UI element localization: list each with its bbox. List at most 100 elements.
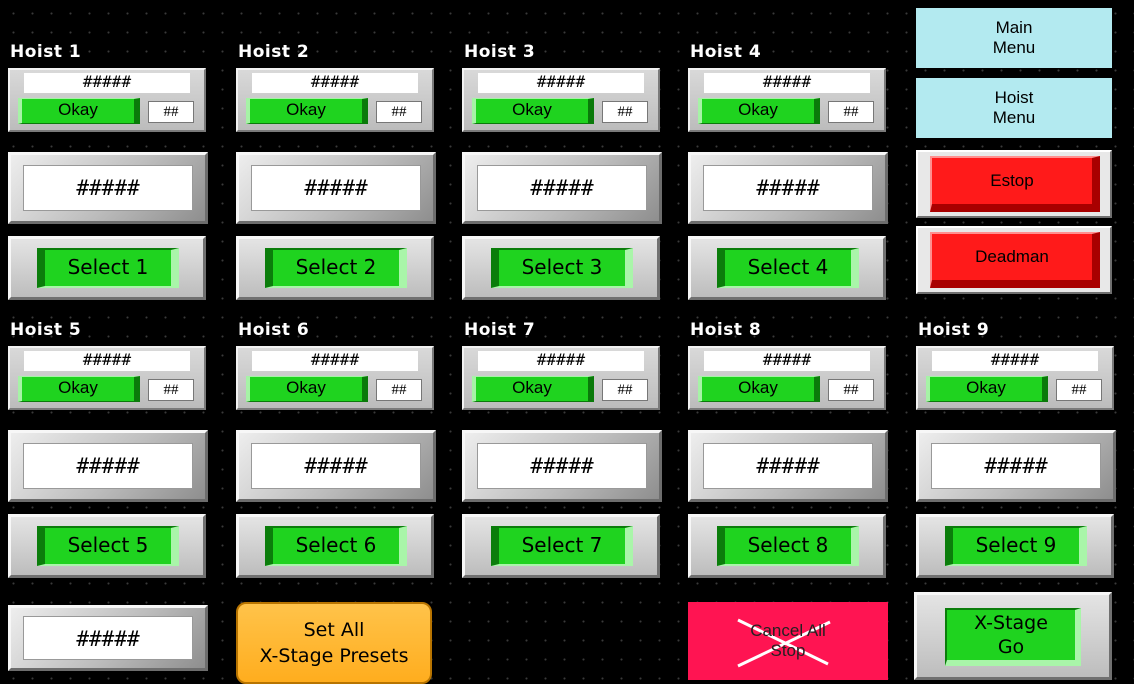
select-button-6[interactable]: Select 6 bbox=[236, 514, 434, 578]
hoist-small-value: ##### bbox=[932, 351, 1098, 371]
hoist-status-panel: ##### Okay ## bbox=[8, 346, 206, 410]
status-okay-indicator: Okay bbox=[18, 98, 140, 124]
status-okay-indicator: Okay bbox=[246, 98, 368, 124]
select-button-9[interactable]: Select 9 bbox=[916, 514, 1114, 578]
hoist-status-panel: ##### Okay ## bbox=[688, 346, 886, 410]
select-button-7[interactable]: Select 7 bbox=[462, 514, 660, 578]
hoist-position-value: ##### bbox=[23, 165, 193, 211]
select-button-4[interactable]: Select 4 bbox=[688, 236, 886, 300]
status-okay-label: Okay bbox=[512, 378, 552, 397]
hoist-number-display: ## bbox=[376, 379, 422, 401]
hoist-position-value: ##### bbox=[23, 443, 193, 489]
hoist-small-value: ##### bbox=[252, 351, 418, 371]
hoist-title: Hoist 6 bbox=[238, 320, 310, 340]
xstage-go-label-line1: X-Stage bbox=[974, 612, 1048, 634]
hoist-position-frame: ##### bbox=[236, 430, 436, 502]
status-okay-indicator: Okay bbox=[472, 376, 594, 402]
hoist-select-label: Select 5 bbox=[37, 526, 179, 566]
status-okay-label: Okay bbox=[58, 378, 98, 397]
xstage-go-label-line2: Go bbox=[997, 636, 1025, 658]
hoist-position-frame: ##### bbox=[236, 152, 436, 224]
status-okay-indicator: Okay bbox=[246, 376, 368, 402]
hoist-small-value: ##### bbox=[704, 351, 870, 371]
hoist-small-value: ##### bbox=[478, 73, 644, 93]
status-okay-indicator: Okay bbox=[472, 98, 594, 124]
estop-button[interactable]: Estop bbox=[916, 150, 1112, 218]
hoist-number-display: ## bbox=[828, 101, 874, 123]
main-menu-label-line2: Menu bbox=[992, 38, 1036, 57]
set-all-presets-button[interactable]: Set All X-Stage Presets bbox=[236, 602, 432, 684]
hoist-status-panel: ##### Okay ## bbox=[688, 68, 886, 132]
status-okay-label: Okay bbox=[966, 378, 1006, 397]
select-button-8[interactable]: Select 8 bbox=[688, 514, 886, 578]
hoist-select-label: Select 6 bbox=[265, 526, 407, 566]
hoist-position-value: ##### bbox=[251, 165, 421, 211]
hoist-number-display: ## bbox=[148, 379, 194, 401]
hoist-position-value: ##### bbox=[477, 165, 647, 211]
estop-label: Estop bbox=[930, 156, 1100, 212]
preset-value: ##### bbox=[23, 616, 193, 660]
hoist-select-label: Select 9 bbox=[945, 526, 1087, 566]
hoist-menu-label-line2: Menu bbox=[992, 108, 1036, 127]
cancel-all-label-line1: Cancel All bbox=[750, 621, 826, 640]
hoist-select-label: Select 1 bbox=[37, 248, 179, 288]
hoist-title: Hoist 4 bbox=[690, 42, 762, 62]
hoist-number-display: ## bbox=[828, 379, 874, 401]
hoist-select-label: Select 7 bbox=[491, 526, 633, 566]
hoist-small-value: ##### bbox=[478, 351, 644, 371]
hoist-title: Hoist 3 bbox=[464, 42, 536, 62]
xstage-go-inner: X-Stage Go bbox=[945, 608, 1081, 666]
main-menu-label-line1: Main bbox=[995, 18, 1033, 37]
hoist-position-value: ##### bbox=[251, 443, 421, 489]
hoist-status-panel: ##### Okay ## bbox=[236, 346, 434, 410]
hoist-number-display: ## bbox=[376, 101, 422, 123]
hoist-position-frame: ##### bbox=[462, 152, 662, 224]
hoist-position-value: ##### bbox=[703, 443, 873, 489]
hoist-number-display: ## bbox=[602, 379, 648, 401]
status-okay-label: Okay bbox=[286, 378, 326, 397]
cancel-all-label-line2: Stop bbox=[770, 641, 806, 660]
hoist-number-display: ## bbox=[148, 101, 194, 123]
status-okay-indicator: Okay bbox=[18, 376, 140, 402]
status-okay-label: Okay bbox=[738, 100, 778, 119]
hoist-position-frame: ##### bbox=[462, 430, 662, 502]
select-button-3[interactable]: Select 3 bbox=[462, 236, 660, 300]
hoist-status-panel: ##### Okay ## bbox=[8, 68, 206, 132]
hoist-title: Hoist 5 bbox=[10, 320, 82, 340]
hoist-position-value: ##### bbox=[931, 443, 1101, 489]
deadman-label: Deadman bbox=[930, 232, 1100, 288]
select-button-5[interactable]: Select 5 bbox=[8, 514, 206, 578]
cancel-all-stop-button[interactable]: Cancel All Stop bbox=[688, 602, 888, 680]
preset-value-frame: ##### bbox=[8, 605, 208, 671]
set-all-label-line2: X-Stage Presets bbox=[259, 645, 409, 667]
hoist-small-value: ##### bbox=[24, 73, 190, 93]
hoist-select-label: Select 2 bbox=[265, 248, 407, 288]
hoist-position-value: ##### bbox=[477, 443, 647, 489]
set-all-label-line1: Set All bbox=[303, 619, 365, 641]
select-button-1[interactable]: Select 1 bbox=[8, 236, 206, 300]
hoist-status-panel: ##### Okay ## bbox=[236, 68, 434, 132]
hoist-position-frame: ##### bbox=[688, 152, 888, 224]
status-okay-label: Okay bbox=[58, 100, 98, 119]
hoist-title: Hoist 9 bbox=[918, 320, 990, 340]
select-button-2[interactable]: Select 2 bbox=[236, 236, 434, 300]
hoist-select-label: Select 4 bbox=[717, 248, 859, 288]
hoist-status-panel: ##### Okay ## bbox=[462, 346, 660, 410]
hoist-position-value: ##### bbox=[703, 165, 873, 211]
status-okay-indicator: Okay bbox=[698, 376, 820, 402]
deadman-button[interactable]: Deadman bbox=[916, 226, 1112, 294]
status-okay-label: Okay bbox=[738, 378, 778, 397]
hoist-menu-button[interactable]: Hoist Menu bbox=[916, 78, 1112, 138]
hoist-title: Hoist 8 bbox=[690, 320, 762, 340]
status-okay-label: Okay bbox=[286, 100, 326, 119]
hoist-title: Hoist 7 bbox=[464, 320, 536, 340]
hoist-title: Hoist 1 bbox=[10, 42, 82, 62]
hoist-select-label: Select 3 bbox=[491, 248, 633, 288]
hoist-title: Hoist 2 bbox=[238, 42, 310, 62]
main-menu-button[interactable]: Main Menu bbox=[916, 8, 1112, 68]
hoist-position-frame: ##### bbox=[8, 430, 208, 502]
hoist-menu-label-line1: Hoist bbox=[994, 88, 1034, 107]
xstage-go-button[interactable]: X-Stage Go bbox=[914, 592, 1112, 680]
status-okay-indicator: Okay bbox=[698, 98, 820, 124]
status-okay-label: Okay bbox=[512, 100, 552, 119]
